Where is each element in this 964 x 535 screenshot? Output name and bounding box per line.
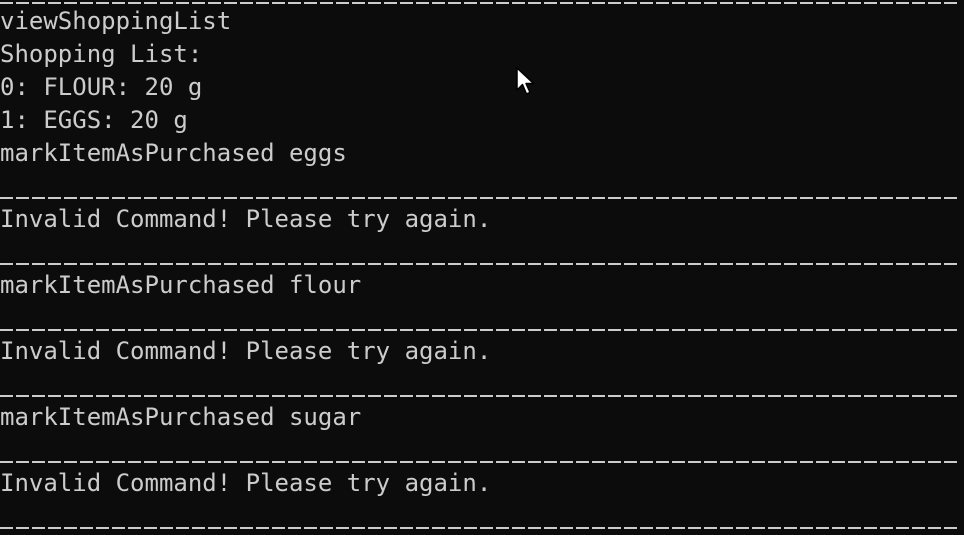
command-line: markItemAsPurchased flour: [0, 271, 362, 299]
separator-line: [0, 527, 958, 529]
error-line: Invalid Command! Please try again.: [0, 337, 492, 365]
separator-line: [0, 461, 958, 463]
mouse-pointer-icon: [516, 67, 535, 95]
output-line: viewShoppingList: [0, 7, 232, 35]
separator-line: [0, 2, 958, 4]
separator-line: [0, 395, 958, 397]
separator-line: [0, 329, 958, 331]
output-line: 0: FLOUR: 20 g: [0, 73, 203, 101]
separator-line: [0, 263, 958, 265]
error-line: Invalid Command! Please try again.: [0, 469, 492, 497]
output-line: 1: EGGS: 20 g: [0, 106, 188, 134]
separator-line: [0, 197, 958, 199]
error-line: Invalid Command! Please try again.: [0, 205, 492, 233]
output-line: Shopping List:: [0, 40, 203, 68]
command-line: markItemAsPurchased sugar: [0, 403, 362, 431]
terminal-window[interactable]: viewShoppingList Shopping List: 0: FLOUR…: [0, 0, 964, 535]
command-line: markItemAsPurchased eggs: [0, 139, 347, 167]
